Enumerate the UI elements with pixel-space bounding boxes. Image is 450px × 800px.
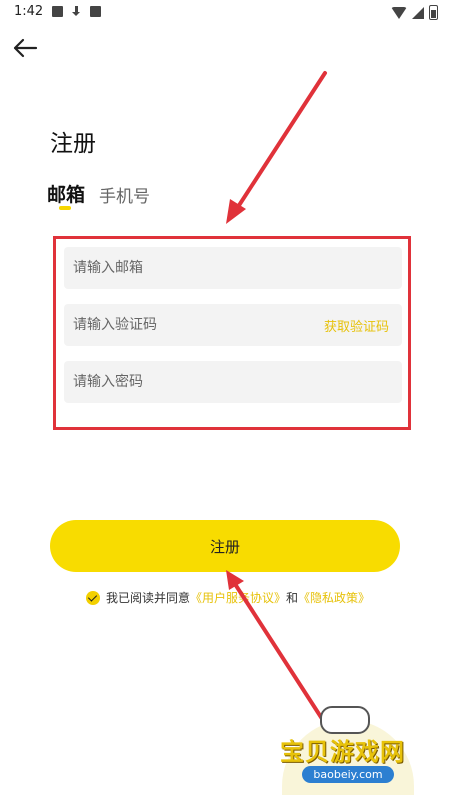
watermark-url: baobeiy.com (302, 766, 394, 783)
annotation-arrow-to-form (234, 71, 327, 212)
watermark-logo: 宝贝游戏网 baobeiy.com (268, 700, 428, 795)
gamepad-icon (320, 706, 370, 734)
watermark-title: 宝贝游戏网 (280, 738, 405, 766)
annotation-arrows (226, 71, 330, 730)
